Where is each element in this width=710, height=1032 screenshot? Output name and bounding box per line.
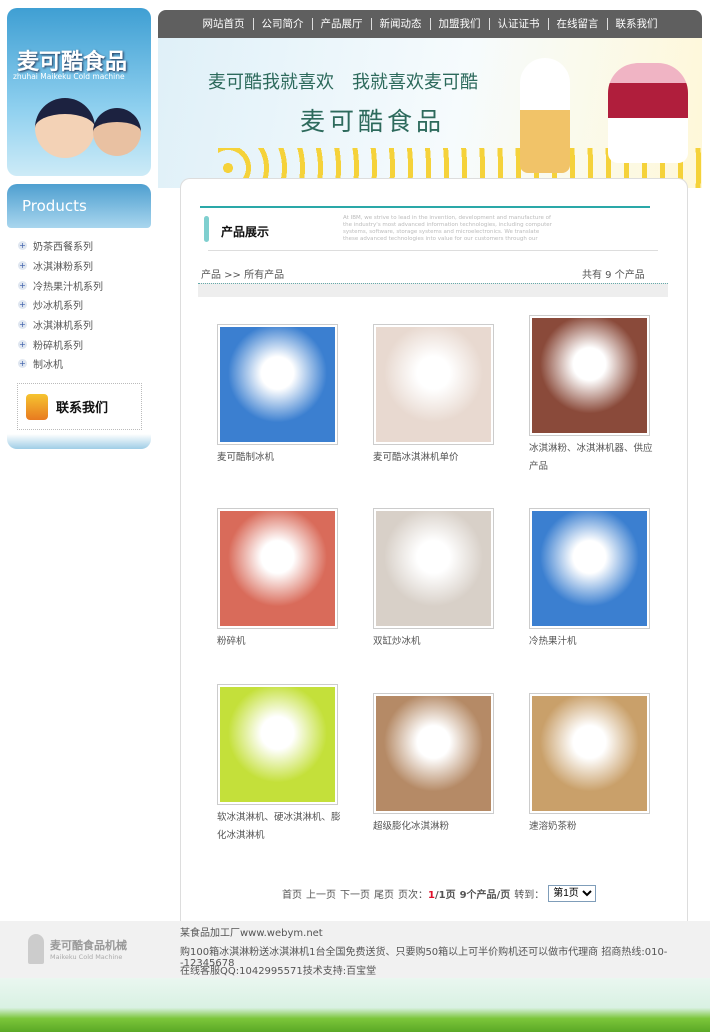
product-card[interactable]: 软冰淇淋机、硬冰淇淋机、膨化冰淇淋机 (217, 684, 357, 845)
product-name[interactable]: 麦可酷制冰机 (217, 449, 342, 467)
product-name[interactable]: 双缸炒冰机 (373, 633, 498, 651)
product-card[interactable]: 麦可酷冰淇淋机单价 (373, 324, 513, 467)
product-name[interactable]: 速溶奶茶粉 (529, 818, 654, 836)
banner-slogan: 麦可酷我就喜欢 我就喜欢麦可酷 (208, 72, 478, 93)
divider (198, 283, 668, 297)
product-card[interactable]: 冷热果汁机 (529, 508, 669, 651)
product-image[interactable] (373, 324, 494, 445)
plus-icon: + (18, 320, 27, 330)
product-card[interactable]: 冰淇淋粉、冰淇淋机器、供应产品 (529, 315, 669, 476)
title-marker (204, 216, 209, 242)
sidebar-footer (7, 434, 151, 449)
first-page-link[interactable]: 首页 (282, 886, 302, 901)
product-name[interactable]: 麦可酷冰淇淋机单价 (373, 449, 498, 467)
product-card[interactable]: 双缸炒冰机 (373, 508, 513, 651)
grass-decoration (0, 978, 710, 1032)
nav-item[interactable]: 产品展厅 (313, 18, 372, 30)
title-line (200, 206, 650, 208)
category-item[interactable]: + 冰淇淋机系列 (18, 315, 103, 335)
breadcrumb[interactable]: 产品 >> 所有产品 (201, 266, 284, 281)
product-card[interactable]: 超级膨化冰淇淋粉 (373, 693, 513, 836)
product-name[interactable]: 冰淇淋粉、冰淇淋机器、供应产品 (529, 440, 654, 476)
product-image[interactable] (373, 508, 494, 629)
next-page-link[interactable]: 下一页 (340, 886, 370, 901)
product-name[interactable]: 超级膨化冰淇淋粉 (373, 818, 498, 836)
goto-label: 转到： (514, 890, 545, 901)
intro-text: At IBM, we strive to lead in the inventi… (343, 215, 552, 242)
nav-item[interactable]: 公司简介 (254, 18, 313, 30)
pagination: 首页 上一页 下一页 尾页 页次：1/1页 9个产品/页 转到： 第1页 (282, 885, 597, 902)
nav-item[interactable]: 认证证书 (490, 18, 549, 30)
plus-icon: + (18, 280, 27, 290)
divider (208, 250, 658, 251)
plus-icon: + (18, 241, 27, 251)
site-logo[interactable]: 麦可酷食品 zhuhai Maikeku Cold machine (7, 8, 151, 176)
contact-icon (26, 393, 48, 420)
product-image[interactable] (217, 684, 338, 805)
plus-icon: + (18, 300, 27, 310)
plus-icon: + (18, 359, 27, 369)
category-list: + 奶茶西餐系列 + 冰淇淋粉系列 + 冷热果汁机系列 + 炒冰机系列 + 冰淇淋机系列 + 粉碎机系… (18, 236, 103, 374)
product-name[interactable]: 软冰淇淋机、硬冰淇淋机、膨化冰淇淋机 (217, 809, 342, 845)
product-name[interactable]: 冷热果汁机 (529, 633, 654, 651)
footer-line: 某食品加工厂www.webym.net (180, 928, 323, 939)
product-image[interactable] (529, 508, 650, 629)
banner: 麦可酷我就喜欢 我就喜欢麦可酷 麦可酷食品 (158, 38, 702, 188)
product-card[interactable]: 粉碎机 (217, 508, 357, 651)
nav-item[interactable]: 网站首页 (195, 18, 254, 30)
section-title: 产品展示 (221, 225, 270, 239)
logo-subtitle: zhuhai Maikeku Cold machine (13, 72, 125, 81)
product-card[interactable]: 速溶奶茶粉 (529, 693, 669, 836)
ice-cream-cone-image (520, 58, 570, 173)
kid-image (93, 108, 141, 156)
product-name[interactable]: 粉碎机 (217, 633, 342, 651)
product-image[interactable] (217, 508, 338, 629)
product-image[interactable] (529, 693, 650, 814)
plus-icon: + (18, 339, 27, 349)
nav-item[interactable]: 在线留言 (549, 18, 608, 30)
nav-item[interactable]: 加盟我们 (431, 18, 490, 30)
product-card[interactable]: 麦可酷制冰机 (217, 324, 357, 467)
products-header-label: Products (22, 197, 87, 215)
main-nav: 网站首页 公司简介 产品展厅 新闻动态 加盟我们 认证证书 在线留言 联系我们 (158, 10, 702, 38)
ice-cream-icon (28, 934, 44, 964)
category-item[interactable]: + 炒冰机系列 (18, 295, 103, 315)
nav-item[interactable]: 新闻动态 (372, 18, 431, 30)
banner-title: 麦可酷食品 (300, 107, 446, 136)
footer-logo: 麦可酷食品机械 Maikeku Cold Machine (28, 934, 127, 964)
page-select[interactable]: 第1页 (548, 885, 597, 902)
category-item[interactable]: + 冰淇淋粉系列 (18, 256, 103, 276)
nav-item[interactable]: 联系我们 (608, 18, 666, 30)
category-item[interactable]: + 奶茶西餐系列 (18, 236, 103, 256)
products-header: Products (7, 184, 151, 228)
category-item[interactable]: + 制冰机 (18, 354, 103, 374)
page-indicator: 页次：1/1页 (398, 890, 456, 901)
last-page-link[interactable]: 尾页 (374, 886, 394, 901)
prev-page-link[interactable]: 上一页 (306, 886, 336, 901)
product-count: 共有 9 个产品 (582, 270, 645, 281)
product-image[interactable] (529, 315, 650, 436)
category-item[interactable]: + 冷热果汁机系列 (18, 275, 103, 295)
footer-line: 在线客服QQ:1042995571技术支持:百宝堂 (180, 966, 377, 977)
contact-us-button[interactable]: 联系我们 (17, 383, 142, 430)
kid-image (35, 98, 95, 158)
category-item[interactable]: + 粉碎机系列 (18, 334, 103, 354)
per-page: 9个产品/页 (459, 890, 511, 901)
contact-label: 联系我们 (56, 401, 109, 416)
product-image[interactable] (373, 693, 494, 814)
sundae-image (608, 63, 688, 163)
product-image[interactable] (217, 324, 338, 445)
plus-icon: + (18, 261, 27, 271)
